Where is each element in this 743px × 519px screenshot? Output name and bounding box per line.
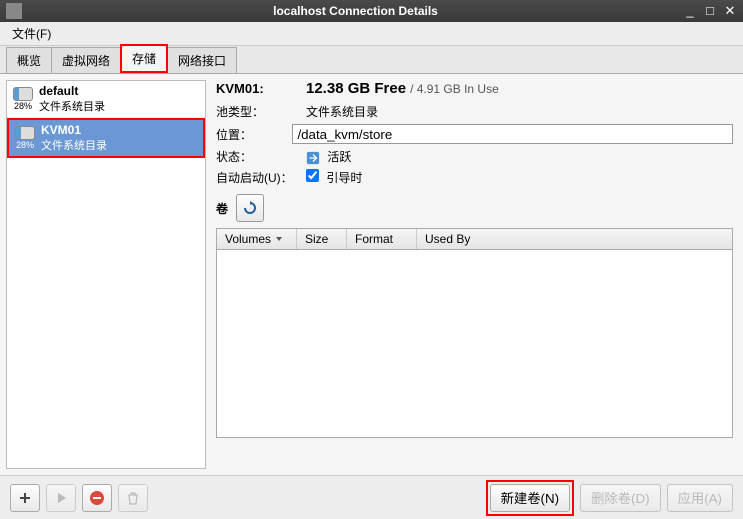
delete-pool-button[interactable]	[118, 484, 148, 512]
autostart-label: 自动启动(U)：	[216, 169, 306, 186]
autostart-checkbox[interactable]	[306, 169, 319, 182]
window-title: localhost Connection Details	[28, 4, 683, 18]
minimize-button[interactable]: _	[683, 4, 697, 18]
free-space-text: 12.38 GB Free	[306, 80, 406, 97]
pool-type-value: 文件系统目录	[306, 103, 733, 120]
play-icon	[54, 491, 68, 505]
state-value: 活跃	[306, 148, 733, 165]
stop-pool-button[interactable]	[82, 484, 112, 512]
volumes-table: Volumes Size Format Used By	[216, 228, 733, 438]
column-header-usedby[interactable]: Used By	[417, 229, 732, 249]
in-use-text: / 4.91 GB In Use	[410, 82, 499, 96]
tab-storage[interactable]: 存储	[120, 44, 168, 73]
pool-title: KVM01:	[216, 81, 306, 96]
location-input[interactable]	[292, 124, 733, 144]
autostart-cb-label: 引导时	[326, 171, 362, 185]
pool-item-kvm01[interactable]: 28% KVM01 文件系统目录	[7, 118, 205, 158]
column-header-size[interactable]: Size	[297, 229, 347, 249]
storage-pool-sidebar: 28% default 文件系统目录 28% KVM01 文件系统目录	[6, 80, 206, 469]
pool-usage-meter: 28%	[11, 86, 35, 112]
tab-network-interfaces[interactable]: 网络接口	[167, 47, 237, 73]
tab-virtual-networks[interactable]: 虚拟网络	[51, 47, 121, 73]
pool-subtitle-label: 文件系统目录	[41, 137, 107, 153]
trash-icon	[126, 491, 140, 505]
apply-button[interactable]: 应用(A)	[667, 484, 733, 512]
menu-file[interactable]: 文件(F)	[8, 23, 55, 44]
add-pool-button[interactable]	[10, 484, 40, 512]
stop-icon	[89, 490, 105, 506]
delete-volume-button[interactable]: 删除卷(D)	[580, 484, 661, 512]
new-volume-button[interactable]: 新建卷(N)	[490, 484, 571, 512]
refresh-button[interactable]	[236, 194, 264, 222]
plus-icon	[18, 491, 32, 505]
location-label: 位置：	[216, 126, 292, 143]
pool-subtitle-label: 文件系统目录	[39, 98, 105, 114]
chevron-down-icon	[275, 235, 283, 243]
pool-item-default[interactable]: 28% default 文件系统目录	[7, 81, 205, 118]
volumes-section-label: 卷	[216, 200, 228, 217]
active-state-icon	[306, 151, 320, 165]
state-label: 状态：	[216, 148, 306, 165]
pool-name-label: default	[39, 84, 105, 98]
close-button[interactable]: ✕	[723, 4, 737, 18]
pool-name-label: KVM01	[41, 123, 107, 137]
refresh-icon	[242, 200, 258, 216]
maximize-button[interactable]: □	[703, 4, 717, 18]
pool-usage-meter: 28%	[13, 125, 37, 151]
column-header-volumes[interactable]: Volumes	[217, 229, 297, 249]
pool-type-label: 池类型：	[216, 103, 306, 120]
tab-overview[interactable]: 概览	[6, 47, 52, 73]
storage-details-panel: KVM01: 12.38 GB Free / 4.91 GB In Use 池类…	[206, 74, 743, 475]
column-header-format[interactable]: Format	[347, 229, 417, 249]
app-icon	[6, 3, 22, 19]
start-pool-button[interactable]	[46, 484, 76, 512]
